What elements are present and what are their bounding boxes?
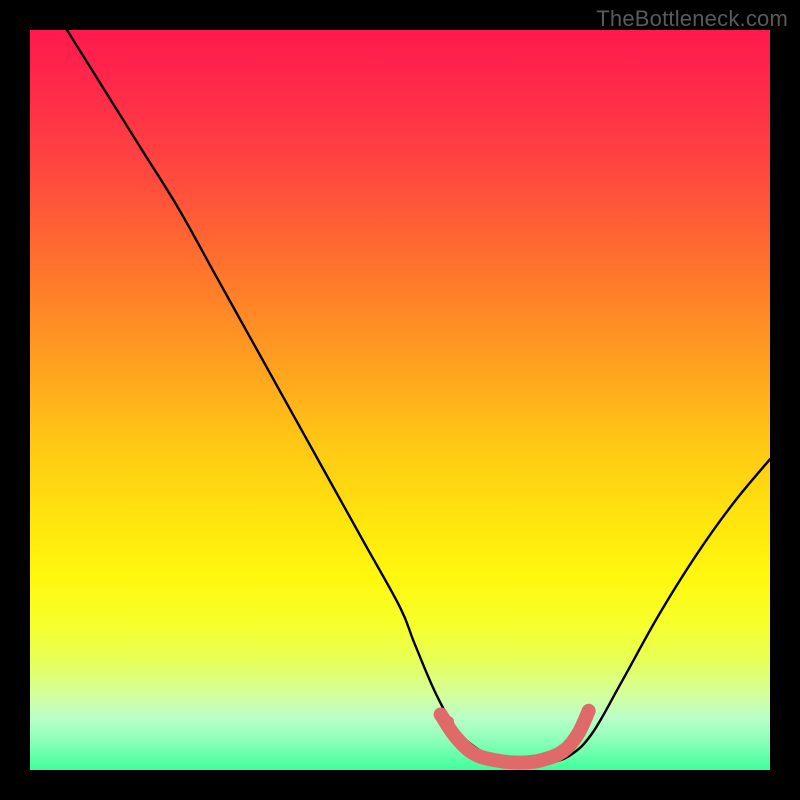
optimal-zone-stroke (441, 711, 589, 763)
optimal-zone-dot (442, 716, 454, 728)
chart-frame: TheBottleneck.com (0, 0, 800, 800)
curve-layer (30, 30, 770, 770)
plot-area (30, 30, 770, 770)
watermark-text: TheBottleneck.com (596, 6, 788, 32)
bottleneck-curve-path (67, 30, 770, 764)
optimal-zone-markers (434, 708, 589, 763)
